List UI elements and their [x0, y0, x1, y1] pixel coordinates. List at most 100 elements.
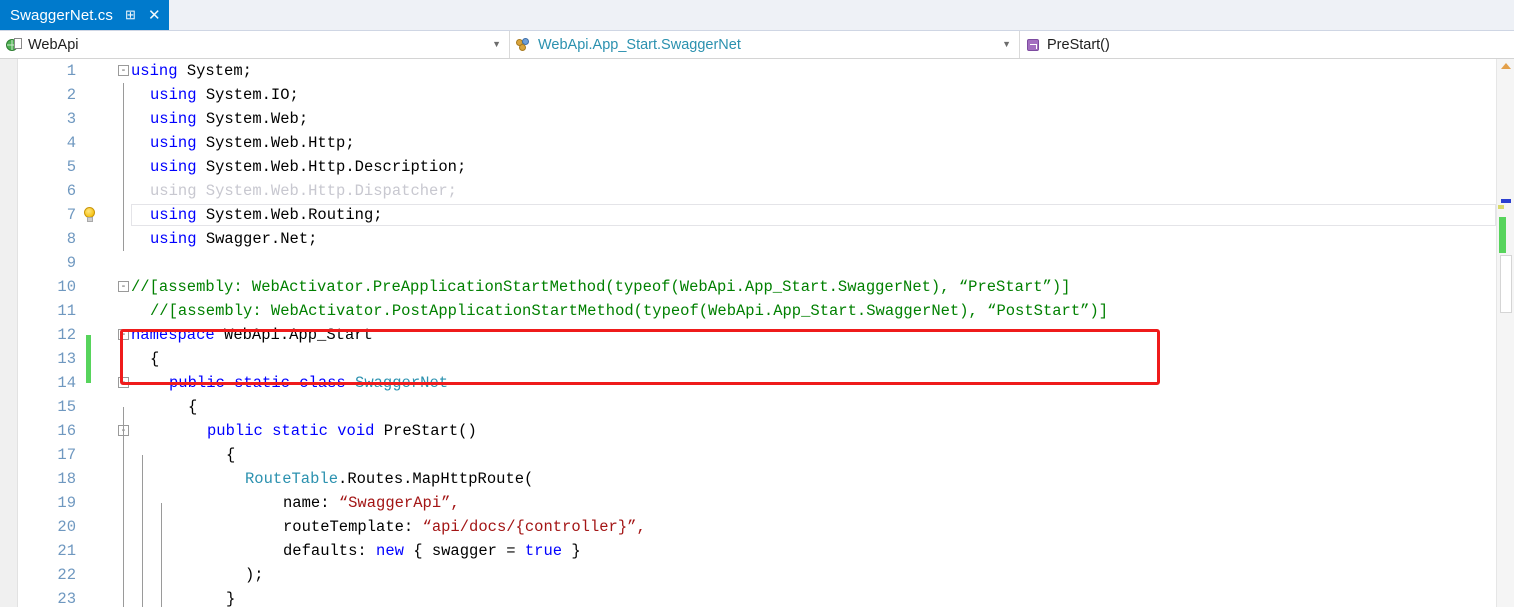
code-line[interactable]: 4 using System.Web.Http; — [18, 131, 1496, 155]
code-text: using System.Web.Http.Dispatcher; — [150, 182, 457, 200]
code-line[interactable]: 11 //[assembly: WebActivator.PostApplicat… — [18, 299, 1496, 323]
code-text: defaults: new { swagger = true } — [283, 542, 581, 560]
line-number: 21 — [57, 542, 76, 560]
line-number: 16 — [57, 422, 76, 440]
code-token: new — [376, 542, 404, 560]
code-text: public static void PreStart() — [207, 422, 477, 440]
code-text-area[interactable]: 1- using System; 2 using System.IO; 3 using S… — [18, 59, 1496, 607]
code-token: using System.Web.Http.Dispatcher; — [150, 182, 457, 200]
code-line[interactable]: 20 routeTemplate: “api/docs/{controller}”… — [18, 515, 1496, 539]
fold-toggle-icon[interactable]: - — [118, 281, 129, 292]
code-text: using Swagger.Net; — [150, 230, 317, 248]
code-token: name: — [283, 494, 339, 512]
fold-toggle-icon[interactable]: - — [118, 377, 129, 388]
code-line[interactable]: 10 -//[assembly: WebActivator.PreApplicat… — [18, 275, 1496, 299]
code-token: .Routes.MapHttpRoute( — [338, 470, 534, 488]
line-number: 18 — [57, 470, 76, 488]
code-line[interactable]: 7 using System.Web.Routing; — [18, 203, 1496, 227]
code-line[interactable]: 12 - namespace WebApi.App_Start — [18, 323, 1496, 347]
line-number: 6 — [66, 182, 76, 200]
code-line[interactable]: 8 using Swagger.Net; — [18, 227, 1496, 251]
line-number: 8 — [66, 230, 76, 248]
indent-guide — [142, 455, 143, 607]
fold-toggle-icon[interactable]: - — [118, 65, 129, 76]
line-number: 20 — [57, 518, 76, 536]
code-line[interactable]: 16-public static void PreStart() — [18, 419, 1496, 443]
vertical-scrollbar[interactable] — [1496, 59, 1514, 607]
project-dropdown[interactable]: WebApi ▼ — [0, 31, 510, 58]
code-token: { swagger = — [403, 542, 525, 560]
code-token: System.Web.Http; — [196, 134, 355, 152]
line-number: 15 — [57, 398, 76, 416]
change-bar — [86, 335, 91, 383]
code-token: System.IO; — [196, 86, 299, 104]
code-line[interactable]: 9 — [18, 251, 1496, 275]
line-number: 13 — [57, 350, 76, 368]
navigation-bar: WebApi ▼ WebApi.App_Start.SwaggerNet ▼ P… — [0, 31, 1514, 59]
code-text: using System.IO; — [150, 86, 299, 104]
code-text: //[assembly: WebActivator.PreApplication… — [131, 278, 1070, 296]
code-token: public static void — [207, 422, 384, 440]
line-number: 19 — [57, 494, 76, 512]
code-token: ); — [245, 566, 264, 584]
scroll-up-arrow-icon[interactable] — [1501, 63, 1511, 69]
member-dropdown-label: PreStart() — [1047, 36, 1110, 53]
code-line[interactable]: 15 { — [18, 395, 1496, 419]
indent-guide — [161, 503, 162, 607]
code-line[interactable]: 21 defaults: new { swagger = true } — [18, 539, 1496, 563]
code-line[interactable]: 19 name: “SwaggerApi”, — [18, 491, 1496, 515]
code-token: PreStart() — [383, 422, 477, 440]
code-text: { — [188, 398, 197, 416]
method-icon — [1026, 38, 1041, 52]
code-token: System.Web.Http.Description; — [196, 158, 467, 176]
tab-title: SwaggerNet.cs — [10, 6, 114, 24]
scroll-marker-caret — [1501, 199, 1511, 203]
line-number: 9 — [66, 254, 76, 272]
type-dropdown[interactable]: WebApi.App_Start.SwaggerNet ▼ — [510, 31, 1020, 58]
scrollbar-thumb[interactable] — [1500, 255, 1512, 313]
editor-tab-swaggernet[interactable]: SwaggerNet.cs ⊞ ✕ — [0, 0, 169, 30]
code-token: { — [226, 446, 236, 464]
close-icon[interactable]: ✕ — [148, 8, 161, 23]
code-line[interactable]: 18 RouteTable.Routes.MapHttpRoute( — [18, 467, 1496, 491]
code-text: name: “SwaggerApi”, — [283, 494, 460, 512]
code-line[interactable]: 3 using System.Web; — [18, 107, 1496, 131]
code-line[interactable]: 13 { — [18, 347, 1496, 371]
code-token: using — [131, 62, 178, 80]
code-line[interactable]: 1 - using System; — [18, 59, 1496, 83]
chevron-down-icon[interactable]: ▼ — [1002, 40, 1011, 49]
code-line[interactable]: 2 using System.IO; — [18, 83, 1496, 107]
code-token: SwaggerNet — [355, 374, 449, 392]
code-line[interactable]: 23} — [18, 587, 1496, 607]
line-number: 5 — [66, 158, 76, 176]
code-token: namespace — [131, 326, 215, 344]
code-token: Swagger.Net; — [196, 230, 318, 248]
code-text: } — [226, 590, 235, 607]
code-editor[interactable]: 1- using System; 2 using System.IO; 3 using S… — [0, 59, 1514, 607]
code-text: using System.Web.Routing; — [150, 206, 383, 224]
fold-toggle-icon[interactable]: - — [118, 329, 129, 340]
class-icon — [516, 37, 532, 52]
code-token: routeTemplate: — [283, 518, 423, 536]
code-text: routeTemplate: “api/docs/{controller}”, — [283, 518, 646, 536]
code-line[interactable]: 22); — [18, 563, 1496, 587]
code-token: using — [150, 110, 197, 128]
code-token: “api/docs/{controller}”, — [422, 518, 646, 536]
scroll-marker-warning — [1498, 205, 1504, 209]
code-line[interactable]: 6 using System.Web.Http.Dispatcher; — [18, 179, 1496, 203]
code-text: ); — [245, 566, 264, 584]
code-text: //[assembly: WebActivator.PostApplicatio… — [150, 302, 1108, 320]
line-number: 4 — [66, 134, 76, 152]
code-text: using System.Web; — [150, 110, 308, 128]
line-number: 12 — [57, 326, 76, 344]
code-line[interactable]: 14 - public static class SwaggerNet — [18, 371, 1496, 395]
pin-icon[interactable]: ⊞ — [125, 8, 136, 21]
lightbulb-icon[interactable] — [82, 207, 98, 223]
code-line[interactable]: 17 { — [18, 443, 1496, 467]
chevron-down-icon[interactable]: ▼ — [492, 40, 501, 49]
code-line[interactable]: 5 using System.Web.Http.Description; — [18, 155, 1496, 179]
member-dropdown[interactable]: PreStart() — [1020, 31, 1514, 58]
code-token: { — [150, 350, 160, 368]
code-token: System.Web; — [196, 110, 309, 128]
line-number: 14 — [57, 374, 76, 392]
